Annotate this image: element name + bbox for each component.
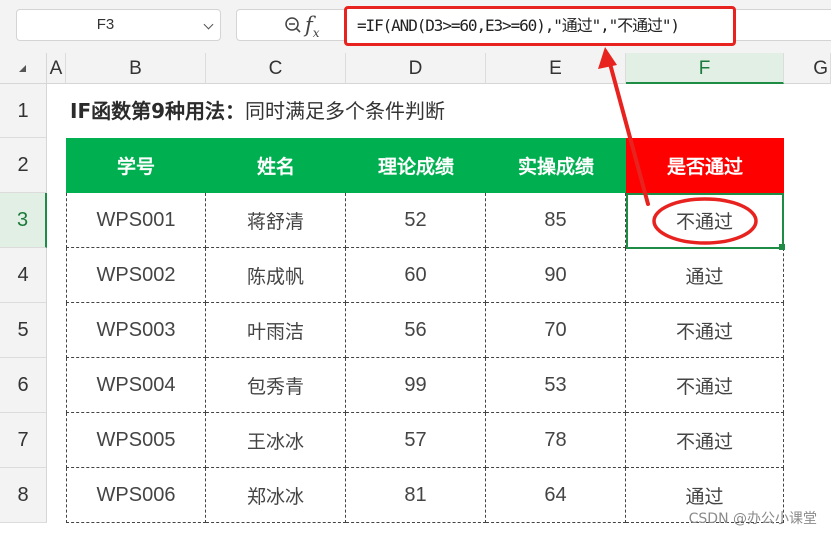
column-header-e[interactable]: E	[486, 53, 626, 84]
name-box-value: F3	[96, 16, 115, 33]
fill-handle[interactable]	[779, 244, 785, 250]
header-cell-id[interactable]: 学号	[66, 138, 206, 193]
header-cell-name[interactable]: 姓名	[206, 138, 346, 193]
chevron-down-icon[interactable]	[203, 19, 214, 30]
header-cell-theory-score[interactable]: 理论成绩	[346, 138, 486, 193]
column-header-f[interactable]: F	[626, 53, 784, 84]
row-header-5[interactable]: 5	[0, 303, 47, 358]
table-cell[interactable]: 57	[346, 413, 486, 468]
table-cell[interactable]: WPS005	[66, 413, 206, 468]
column-header-c[interactable]: C	[206, 53, 346, 84]
table-cell[interactable]: 陈成帆	[206, 248, 346, 303]
table-cell[interactable]: WPS006	[66, 468, 206, 523]
formula-text: =IF(AND(D3>=60,E3>=60),"通过","不通过")	[357, 16, 680, 35]
table-cell[interactable]: 81	[346, 468, 486, 523]
column-header-d[interactable]: D	[346, 53, 486, 84]
table-cell[interactable]: 不通过	[626, 413, 784, 468]
column-header-a[interactable]: A	[47, 53, 66, 84]
table-cell[interactable]: 56	[346, 303, 486, 358]
column-header-b[interactable]: B	[66, 53, 206, 84]
row-header-2[interactable]: 2	[0, 138, 47, 193]
table-cell[interactable]: 不通过	[626, 303, 784, 358]
table-cell[interactable]: 60	[346, 248, 486, 303]
table-cell[interactable]: 78	[486, 413, 626, 468]
row-header-3[interactable]: 3	[0, 193, 47, 248]
table-cell[interactable]: 99	[346, 358, 486, 413]
table-cell[interactable]: 不通过	[626, 358, 784, 413]
zoom-out-icon[interactable]	[285, 17, 301, 33]
header-cell-pass[interactable]: 是否通过	[626, 138, 784, 193]
title-rest: 同时满足多个条件判断	[245, 99, 446, 123]
formula-text-field[interactable]: =IF(AND(D3>=60,E3>=60),"通过","不通过")	[344, 6, 736, 46]
table-cell[interactable]: 64	[486, 468, 626, 523]
table-cell[interactable]: 不通过	[626, 193, 784, 248]
select-all-corner[interactable]	[0, 53, 47, 84]
table-cell[interactable]: 85	[486, 193, 626, 248]
table-cell[interactable]: WPS004	[66, 358, 206, 413]
table-cell[interactable]: 蒋舒清	[206, 193, 346, 248]
table-cell[interactable]: 叶雨洁	[206, 303, 346, 358]
select-all-icon	[19, 65, 26, 72]
watermark: CSDN @办公小课堂	[688, 511, 817, 527]
row-header-6[interactable]: 6	[0, 358, 47, 413]
row-header-4[interactable]: 4	[0, 248, 47, 303]
table-cell[interactable]: 53	[486, 358, 626, 413]
table-cell[interactable]: 70	[486, 303, 626, 358]
column-header-g[interactable]: G	[784, 53, 831, 84]
table-cell[interactable]: 包秀青	[206, 358, 346, 413]
table-cell[interactable]: 王冰冰	[206, 413, 346, 468]
name-box[interactable]: F3	[16, 9, 221, 41]
table-cell[interactable]: 90	[486, 248, 626, 303]
table-cell[interactable]: 通过	[626, 248, 784, 303]
header-cell-practice-score[interactable]: 实操成绩	[486, 138, 626, 193]
table-cell[interactable]: WPS001	[66, 193, 206, 248]
table-cell[interactable]: 郑冰冰	[206, 468, 346, 523]
formula-bar-area: F3 fx =IF(AND(D3>=60,E3>=60),"通过","不通过")	[0, 0, 831, 53]
table-cell[interactable]: WPS002	[66, 248, 206, 303]
row-header-1[interactable]: 1	[0, 84, 47, 138]
title-bold: IF函数第9种用法：	[70, 99, 246, 123]
row-header-8[interactable]: 8	[0, 468, 47, 523]
sheet-title[interactable]: IF函数第9种用法：同时满足多个条件判断	[70, 84, 445, 138]
row-header-7[interactable]: 7	[0, 413, 47, 468]
table-cell[interactable]: 52	[346, 193, 486, 248]
table-cell[interactable]: WPS003	[66, 303, 206, 358]
fx-icon[interactable]: fx	[305, 10, 320, 48]
